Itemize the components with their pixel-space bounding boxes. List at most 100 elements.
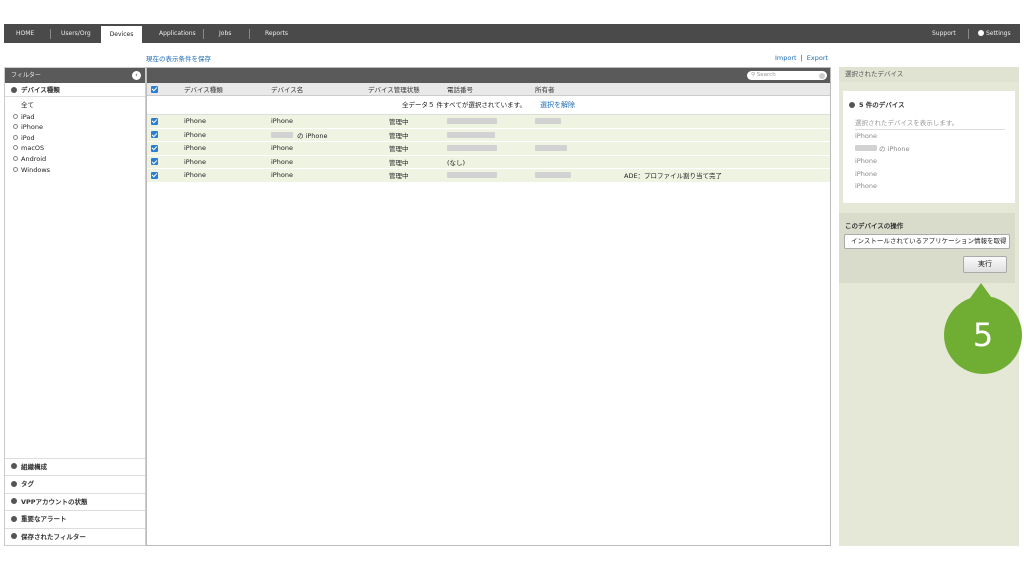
- save-view-link[interactable]: 現在の表示条件を保存: [146, 53, 211, 63]
- action-select-value: インストールされているアプリケーション情報を取得: [851, 237, 1007, 245]
- filter-option-ipad[interactable]: iPad: [13, 112, 145, 123]
- cell-name[interactable]: iPhone: [271, 142, 293, 155]
- row-checkbox[interactable]: [151, 115, 158, 128]
- nav-support[interactable]: Support: [932, 24, 956, 43]
- nav-separator: [203, 29, 204, 39]
- filter-option-windows[interactable]: Windows: [13, 165, 145, 176]
- nav-home[interactable]: HOME: [16, 24, 34, 43]
- header-device-type[interactable]: デバイス種類: [184, 83, 223, 95]
- cell-name[interactable]: iPhone: [271, 115, 293, 128]
- redaction-bar: [855, 144, 877, 151]
- action-select[interactable]: インストールされているアプリケーション情報を取得 ⌄: [844, 234, 1010, 249]
- filter-section-alerts[interactable]: 重要なアラート: [5, 510, 145, 528]
- checkbox-checked-icon: [151, 131, 158, 139]
- filter-option-android[interactable]: Android: [13, 154, 145, 165]
- filter-bottom-sections: 組織構成 タグ VPPアカウントの状態 重要なアラート 保存されたフィルター: [5, 457, 145, 546]
- nav-settings[interactable]: Settings: [978, 24, 1011, 43]
- filter-option-label: iPod: [21, 133, 35, 142]
- checkbox-checked-icon: [151, 85, 158, 93]
- cell-phone-redacted: [447, 169, 497, 182]
- selected-count[interactable]: 5 件のデバイス: [843, 91, 1015, 109]
- cell-phone: (なし): [447, 158, 466, 167]
- device-type-list: 全て iPad iPhone iPod macOS Android Window…: [5, 97, 145, 175]
- filter-option-label: iPhone: [21, 123, 43, 132]
- filter-option-iphone[interactable]: iPhone: [13, 122, 145, 133]
- filter-option-ipod[interactable]: iPod: [13, 133, 145, 144]
- cell-status: 管理中: [389, 131, 409, 140]
- collapse-icon[interactable]: ‹: [132, 71, 141, 80]
- selected-placeholder: 選択されたデバイスを表示します。: [855, 117, 1005, 130]
- checkbox-checked-icon: [151, 117, 158, 125]
- top-nav: HOME Users/Org Devices Applications Jobs…: [4, 24, 1020, 43]
- selected-device-item: の iPhone: [843, 143, 1015, 156]
- checkbox-checked-icon: [151, 158, 158, 166]
- row-checkbox[interactable]: [151, 129, 158, 142]
- filter-section-org[interactable]: 組織構成: [5, 457, 145, 476]
- table-row[interactable]: iPhone iPhone 管理中 (なし): [147, 155, 830, 169]
- filter-option-macos[interactable]: macOS: [13, 143, 145, 154]
- nav-reports[interactable]: Reports: [265, 24, 288, 43]
- redaction-bar: [447, 118, 497, 125]
- header-phone[interactable]: 電話番号: [447, 83, 473, 95]
- selected-panel-title: 選択されたデバイス: [839, 67, 1019, 82]
- chevron-down-icon: [849, 101, 855, 108]
- clear-search-icon[interactable]: [819, 72, 825, 79]
- redaction-bar: [535, 118, 561, 125]
- header-device-name[interactable]: デバイス名: [271, 83, 303, 95]
- link-separator: |: [800, 54, 803, 62]
- device-table-panel: ⚲ Search デバイス種類 デバイス名 デバイス管理状態 電話番号 所有者 …: [146, 67, 831, 546]
- nav-separator: [249, 29, 250, 39]
- row-checkbox[interactable]: [151, 169, 158, 182]
- search-input[interactable]: ⚲ Search: [747, 71, 827, 80]
- filter-title: フィルター: [11, 72, 41, 79]
- nav-separator: [968, 29, 969, 39]
- row-checkbox[interactable]: [151, 142, 158, 155]
- cell-name[interactable]: iPhone: [271, 156, 293, 169]
- row-checkbox[interactable]: [151, 156, 158, 169]
- selected-devices-box: 5 件のデバイス 選択されたデバイスを表示します。 iPhone の iPhon…: [843, 91, 1015, 203]
- gear-icon: [978, 30, 984, 36]
- radio-icon: [13, 155, 18, 161]
- nav-settings-label: Settings: [986, 30, 1011, 37]
- app-window: HOME Users/Org Devices Applications Jobs…: [4, 24, 1020, 548]
- filter-option-all[interactable]: 全て: [13, 100, 145, 111]
- filter-section-vpp[interactable]: VPPアカウントの状態: [5, 492, 145, 511]
- nav-applications[interactable]: Applications: [159, 24, 196, 43]
- chevron-down-icon: [11, 86, 17, 93]
- header-owner[interactable]: 所有者: [535, 83, 555, 95]
- radio-icon: [13, 113, 18, 119]
- nav-devices[interactable]: Devices: [101, 26, 142, 43]
- device-action-box: このデバイスの操作 インストールされているアプリケーション情報を取得 ⌄ 実行: [839, 213, 1015, 283]
- import-link[interactable]: Import: [775, 54, 797, 62]
- step-callout: 5: [944, 296, 1022, 374]
- search-placeholder: Search: [756, 72, 776, 78]
- nav-jobs[interactable]: Jobs: [219, 24, 231, 43]
- chevron-right-icon: [11, 463, 17, 469]
- cell-status: 管理中: [389, 172, 409, 181]
- table-row[interactable]: iPhone iPhone 管理中 ADE：プロファイル割り当て完了: [147, 169, 830, 183]
- filter-section-label: デバイス種類: [21, 86, 60, 94]
- run-button[interactable]: 実行: [963, 256, 1007, 273]
- selected-device-text: の iPhone: [879, 144, 910, 153]
- export-link[interactable]: Export: [807, 54, 828, 62]
- cell-type: iPhone: [184, 157, 206, 166]
- table-row[interactable]: iPhone の iPhone 管理中: [147, 128, 830, 142]
- filter-section-tag[interactable]: タグ: [5, 475, 145, 493]
- table-row[interactable]: iPhone iPhone 管理中: [147, 115, 830, 129]
- cell-name[interactable]: の iPhone: [271, 129, 328, 142]
- cell-phone-redacted: [447, 115, 497, 128]
- chevron-right-icon: [11, 480, 17, 487]
- cell-status: 管理中: [389, 145, 409, 154]
- nav-users-org[interactable]: Users/Org: [61, 24, 91, 43]
- cell-ade-note: ADE：プロファイル割り当て完了: [624, 172, 723, 181]
- cell-name[interactable]: iPhone: [271, 169, 293, 182]
- select-all-checkbox[interactable]: [151, 83, 158, 95]
- header-device-status[interactable]: デバイス管理状態: [368, 83, 420, 95]
- checkbox-checked-icon: [151, 144, 158, 152]
- selected-count-label: 5 件のデバイス: [859, 101, 905, 109]
- checkbox-checked-icon: [151, 171, 158, 179]
- filter-section-saved[interactable]: 保存されたフィルター: [5, 527, 145, 546]
- unselect-link[interactable]: 選択を解除: [540, 101, 575, 109]
- filter-section-device-type[interactable]: デバイス種類: [5, 83, 145, 97]
- table-row[interactable]: iPhone iPhone 管理中: [147, 142, 830, 156]
